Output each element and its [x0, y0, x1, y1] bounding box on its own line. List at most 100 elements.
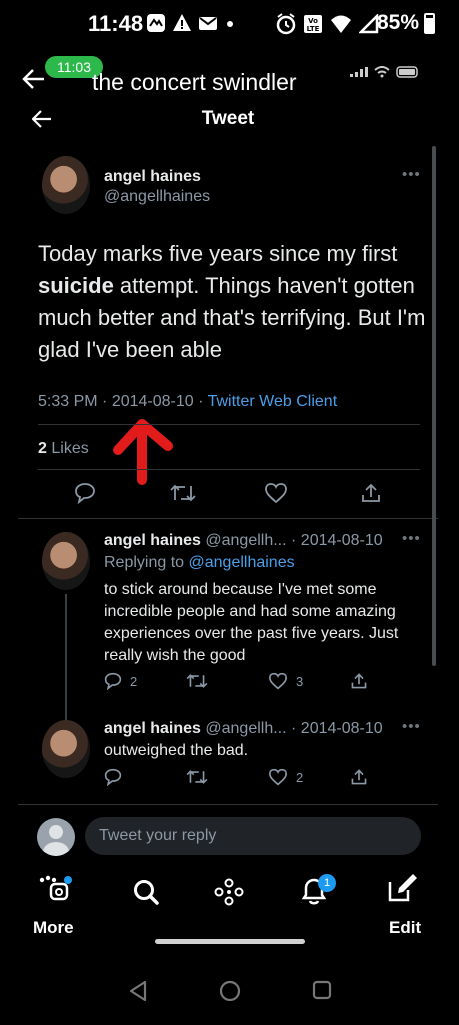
tweet-client[interactable]: Twitter Web Client — [208, 393, 338, 410]
reply-input[interactable]: Tweet your reply — [85, 817, 421, 855]
likes-number: 2 — [38, 440, 47, 457]
retweet-icon[interactable] — [170, 482, 196, 504]
reply-button[interactable]: 2 — [104, 672, 137, 690]
viewer-back-icon[interactable] — [22, 68, 46, 95]
reply-text: outweighed the bad. — [104, 742, 249, 759]
share-icon[interactable] — [350, 768, 368, 786]
share-icon[interactable] — [350, 672, 368, 690]
replying-label: Replying to — [104, 554, 185, 571]
svg-text:LTE: LTE — [307, 25, 320, 33]
battery-icon — [424, 13, 435, 34]
tweet-meta: 5:33 PM · 2014-08-10 · Twitter Web Clien… — [38, 393, 337, 411]
tweet-text-part1: Today marks five years since my first — [38, 241, 398, 266]
app-notification-icon — [146, 13, 166, 38]
like-count: 3 — [296, 673, 304, 689]
status-bar: 11:48 Vo LTE 85% — [0, 0, 459, 52]
likes-label: Likes — [51, 440, 89, 457]
mail-icon — [198, 13, 218, 38]
svg-text:Vo: Vo — [308, 17, 318, 25]
system-icons: Vo LTE — [276, 12, 379, 40]
volte-icon: Vo LTE — [303, 13, 323, 40]
signal-icon — [357, 12, 379, 39]
more-dots-icon[interactable]: ••• — [402, 530, 421, 547]
notification-icons — [146, 13, 236, 38]
reply-icon[interactable] — [74, 482, 96, 504]
separator: · — [291, 532, 297, 549]
reply-count: 2 — [130, 673, 138, 689]
tweet-screenshot: Tweet angel haines @angellhaines ••• Tod… — [18, 98, 438, 808]
tweet-date: 2014-08-10 — [111, 393, 194, 410]
edit-icon[interactable] — [386, 872, 418, 909]
main-tweet-actions — [18, 482, 438, 512]
reply-author-handle[interactable]: @angellh... — [205, 720, 286, 737]
tweet-time: 5:33 PM — [38, 393, 98, 410]
spaces-icon[interactable] — [214, 878, 244, 911]
like-count: 2 — [296, 769, 304, 785]
share-icon[interactable] — [360, 482, 382, 504]
reply-author-name[interactable]: angel haines — [104, 720, 201, 737]
more-icon — [39, 875, 72, 901]
divider — [38, 424, 420, 425]
signal-bars-icon — [350, 67, 368, 77]
retweet-icon[interactable] — [186, 768, 208, 786]
reply-author-handle[interactable]: @angellh... — [205, 532, 286, 549]
reply-actions: 2 3 — [18, 672, 438, 702]
more-label[interactable]: More — [33, 918, 74, 938]
search-icon[interactable] — [132, 878, 160, 911]
replying-to: Replying to @angellhaines — [104, 554, 295, 572]
like-icon[interactable] — [264, 482, 288, 504]
separator: · — [291, 720, 297, 737]
warning-icon — [172, 13, 192, 38]
tweet-header-title: Tweet — [201, 108, 255, 129]
default-avatar-icon[interactable] — [37, 818, 75, 856]
divider — [18, 518, 438, 519]
reply-icon — [104, 672, 122, 690]
reply-composer: Tweet your reply — [0, 808, 459, 866]
edit-label[interactable]: Edit — [389, 918, 421, 938]
reply-icon[interactable] — [104, 768, 122, 786]
reply-author-name[interactable]: angel haines — [104, 532, 201, 549]
android-recents-icon[interactable] — [312, 980, 332, 1005]
author-handle[interactable]: @angellhaines — [104, 188, 210, 206]
annotation-arrow — [113, 419, 173, 485]
viewer-title: the concert swindler — [92, 69, 297, 95]
viewer-app-bar: 11:03 the concert swindler — [0, 52, 459, 98]
like-button[interactable]: 3 — [268, 672, 303, 690]
android-back-icon[interactable] — [128, 980, 148, 1007]
dot-icon — [224, 13, 236, 38]
android-nav-bar — [0, 958, 459, 1025]
replying-handle-link[interactable]: @angellhaines — [189, 554, 295, 571]
reply-date: 2014-08-10 — [300, 720, 383, 737]
tweet-text: Today marks five years since my first su… — [38, 238, 430, 366]
android-home-icon[interactable] — [219, 980, 241, 1007]
more-nav-item[interactable] — [38, 874, 74, 909]
battery-percent: 85% — [377, 11, 420, 34]
like-button[interactable]: 2 — [268, 768, 303, 786]
avatar[interactable] — [42, 532, 90, 590]
reply-actions: 2 — [18, 768, 438, 798]
divider — [38, 469, 420, 470]
bottom-nav: More 1 Edit — [0, 866, 459, 950]
notifications-badge: 1 — [318, 874, 336, 892]
likes-count[interactable]: 2 Likes — [38, 440, 89, 458]
retweet-icon[interactable] — [186, 672, 208, 690]
status-time: 11:48 — [88, 11, 144, 36]
tweet-header: Tweet — [18, 98, 438, 138]
home-indicator[interactable] — [155, 939, 305, 944]
like-icon — [268, 768, 288, 786]
reply-date: 2014-08-10 — [300, 532, 383, 549]
more-dots-icon[interactable]: ••• — [402, 166, 421, 183]
separator: · — [102, 393, 112, 410]
more-dots-icon[interactable]: ••• — [402, 718, 421, 735]
avatar[interactable] — [42, 156, 90, 214]
wifi-icon — [330, 14, 352, 39]
alarm-icon — [276, 13, 296, 40]
tweet-text-bold: suicide — [38, 273, 114, 298]
reply-header: angel haines @angellh... · 2014-08-10 — [104, 532, 383, 550]
battery-small-icon — [396, 66, 418, 78]
wifi-small-icon — [374, 66, 390, 78]
separator: · — [198, 393, 208, 410]
author-name[interactable]: angel haines — [104, 168, 201, 186]
scrollbar[interactable] — [432, 146, 436, 666]
reply-text: to stick around because I've met some in… — [104, 581, 399, 664]
